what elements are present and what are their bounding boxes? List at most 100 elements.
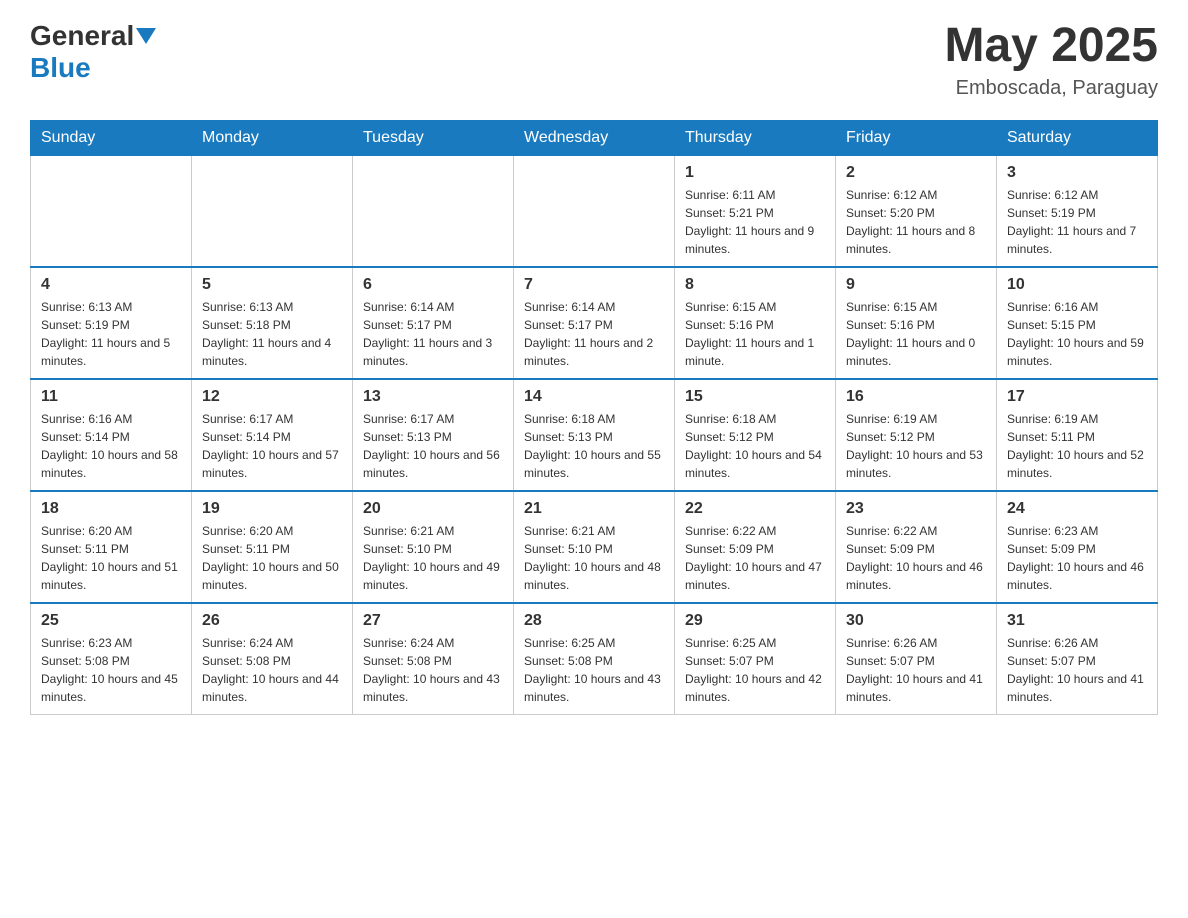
day-number: 15 [685,388,825,406]
calendar-cell: 8 Sunrise: 6:15 AMSunset: 5:16 PMDaylight… [675,267,836,379]
calendar-cell: 3Sunrise: 6:12 AMSunset: 5:19 PMDaylight… [997,155,1158,267]
day-number: 4 [41,276,181,294]
day-info: Sunrise: 6:24 AMSunset: 5:08 PMDaylight:… [363,634,503,706]
day-info: Sunrise: 6:25 AMSunset: 5:08 PMDaylight:… [524,634,664,706]
calendar-cell: 14Sunrise: 6:18 AMSunset: 5:13 PMDayligh… [514,379,675,491]
calendar-cell: 5 Sunrise: 6:13 AMSunset: 5:18 PMDaylight… [192,267,353,379]
calendar-week-row: 11 Sunrise: 6:16 AMSunset: 5:14 PMDayligh… [31,379,1158,491]
day-number: 22 [685,500,825,518]
calendar-cell: 28 Sunrise: 6:25 AMSunset: 5:08 PMDayligh… [514,603,675,715]
title-block: May 2025 Emboscada, Paraguay [945,20,1159,100]
calendar-week-row: 18 Sunrise: 6:20 AMSunset: 5:11 PMDayligh… [31,491,1158,603]
day-number: 12 [202,388,342,406]
calendar-cell [353,155,514,267]
day-info: Sunrise: 6:22 AMSunset: 5:09 PMDaylight:… [846,522,986,594]
logo-general-text: General [30,20,134,52]
day-info: Sunrise: 6:26 AMSunset: 5:07 PMDaylight:… [846,634,986,706]
calendar-cell [31,155,192,267]
day-info: Sunrise: 6:20 AMSunset: 5:11 PMDaylight:… [41,522,181,594]
day-number: 26 [202,612,342,630]
day-number: 31 [1007,612,1147,630]
calendar-cell: 2 Sunrise: 6:12 AMSunset: 5:20 PMDaylight… [836,155,997,267]
day-info: Sunrise: 6:14 AMSunset: 5:17 PMDaylight:… [524,298,664,370]
day-number: 16 [846,388,986,406]
day-info: Sunrise: 6:26 AMSunset: 5:07 PMDaylight:… [1007,634,1147,706]
calendar-cell: 6 Sunrise: 6:14 AMSunset: 5:17 PMDaylight… [353,267,514,379]
calendar-cell: 7 Sunrise: 6:14 AMSunset: 5:17 PMDaylight… [514,267,675,379]
month-title: May 2025 [945,20,1159,73]
day-number: 23 [846,500,986,518]
calendar-cell [192,155,353,267]
header-wednesday: Wednesday [514,120,675,155]
day-number: 13 [363,388,503,406]
day-number: 27 [363,612,503,630]
day-info: Sunrise: 6:14 AMSunset: 5:17 PMDaylight:… [363,298,503,370]
calendar-cell: 19Sunrise: 6:20 AMSunset: 5:11 PMDayligh… [192,491,353,603]
day-info: Sunrise: 6:11 AMSunset: 5:21 PMDaylight:… [685,186,825,258]
day-number: 10 [1007,276,1147,294]
day-info: Sunrise: 6:17 AMSunset: 5:14 PMDaylight:… [202,410,342,482]
day-info: Sunrise: 6:13 AMSunset: 5:19 PMDaylight:… [41,298,181,370]
day-number: 3 [1007,164,1147,182]
calendar-cell: 20Sunrise: 6:21 AMSunset: 5:10 PMDayligh… [353,491,514,603]
logo: General Blue [30,20,158,84]
day-number: 2 [846,164,986,182]
calendar-cell: 13Sunrise: 6:17 AMSunset: 5:13 PMDayligh… [353,379,514,491]
day-number: 21 [524,500,664,518]
header-friday: Friday [836,120,997,155]
calendar-cell: 9 Sunrise: 6:15 AMSunset: 5:16 PMDaylight… [836,267,997,379]
day-number: 7 [524,276,664,294]
day-info: Sunrise: 6:15 AMSunset: 5:16 PMDaylight:… [846,298,986,370]
logo-triangle-icon [136,28,156,44]
day-number: 8 [685,276,825,294]
day-number: 9 [846,276,986,294]
day-info: Sunrise: 6:25 AMSunset: 5:07 PMDaylight:… [685,634,825,706]
logo-blue-text: Blue [30,52,91,83]
day-info: Sunrise: 6:19 AMSunset: 5:11 PMDaylight:… [1007,410,1147,482]
day-info: Sunrise: 6:21 AMSunset: 5:10 PMDaylight:… [524,522,664,594]
day-info: Sunrise: 6:12 AMSunset: 5:20 PMDaylight:… [846,186,986,258]
header-monday: Monday [192,120,353,155]
calendar-cell: 18 Sunrise: 6:20 AMSunset: 5:11 PMDayligh… [31,491,192,603]
day-info: Sunrise: 6:13 AMSunset: 5:18 PMDaylight:… [202,298,342,370]
day-number: 30 [846,612,986,630]
calendar-week-row: 1 Sunrise: 6:11 AMSunset: 5:21 PMDaylight… [31,155,1158,267]
day-number: 28 [524,612,664,630]
day-info: Sunrise: 6:23 AMSunset: 5:09 PMDaylight:… [1007,522,1147,594]
day-info: Sunrise: 6:18 AMSunset: 5:12 PMDaylight:… [685,410,825,482]
calendar-cell: 10 Sunrise: 6:16 AMSunset: 5:15 PMDayligh… [997,267,1158,379]
calendar-cell: 16 Sunrise: 6:19 AMSunset: 5:12 PMDayligh… [836,379,997,491]
day-info: Sunrise: 6:19 AMSunset: 5:12 PMDaylight:… [846,410,986,482]
calendar-cell: 15 Sunrise: 6:18 AMSunset: 5:12 PMDayligh… [675,379,836,491]
day-number: 19 [202,500,342,518]
day-info: Sunrise: 6:24 AMSunset: 5:08 PMDaylight:… [202,634,342,706]
day-number: 5 [202,276,342,294]
calendar-cell: 11 Sunrise: 6:16 AMSunset: 5:14 PMDayligh… [31,379,192,491]
page-header: General Blue May 2025 Emboscada, Paragua… [30,20,1158,100]
calendar-cell: 31 Sunrise: 6:26 AMSunset: 5:07 PMDayligh… [997,603,1158,715]
day-number: 11 [41,388,181,406]
header-tuesday: Tuesday [353,120,514,155]
calendar-cell: 12 Sunrise: 6:17 AMSunset: 5:14 PMDayligh… [192,379,353,491]
day-number: 6 [363,276,503,294]
day-info: Sunrise: 6:21 AMSunset: 5:10 PMDaylight:… [363,522,503,594]
day-number: 14 [524,388,664,406]
calendar-cell: 24Sunrise: 6:23 AMSunset: 5:09 PMDayligh… [997,491,1158,603]
calendar-cell: 17 Sunrise: 6:19 AMSunset: 5:11 PMDayligh… [997,379,1158,491]
day-number: 18 [41,500,181,518]
day-info: Sunrise: 6:16 AMSunset: 5:14 PMDaylight:… [41,410,181,482]
day-number: 1 [685,164,825,182]
day-number: 25 [41,612,181,630]
calendar-week-row: 4 Sunrise: 6:13 AMSunset: 5:19 PMDaylight… [31,267,1158,379]
day-info: Sunrise: 6:23 AMSunset: 5:08 PMDaylight:… [41,634,181,706]
calendar-week-row: 25 Sunrise: 6:23 AMSunset: 5:08 PMDayligh… [31,603,1158,715]
calendar-cell: 22 Sunrise: 6:22 AMSunset: 5:09 PMDayligh… [675,491,836,603]
day-info: Sunrise: 6:16 AMSunset: 5:15 PMDaylight:… [1007,298,1147,370]
calendar-cell: 21 Sunrise: 6:21 AMSunset: 5:10 PMDayligh… [514,491,675,603]
day-number: 17 [1007,388,1147,406]
day-info: Sunrise: 6:22 AMSunset: 5:09 PMDaylight:… [685,522,825,594]
calendar-cell: 1 Sunrise: 6:11 AMSunset: 5:21 PMDaylight… [675,155,836,267]
day-info: Sunrise: 6:15 AMSunset: 5:16 PMDaylight:… [685,298,825,370]
header-sunday: Sunday [31,120,192,155]
calendar-cell: 27 Sunrise: 6:24 AMSunset: 5:08 PMDayligh… [353,603,514,715]
